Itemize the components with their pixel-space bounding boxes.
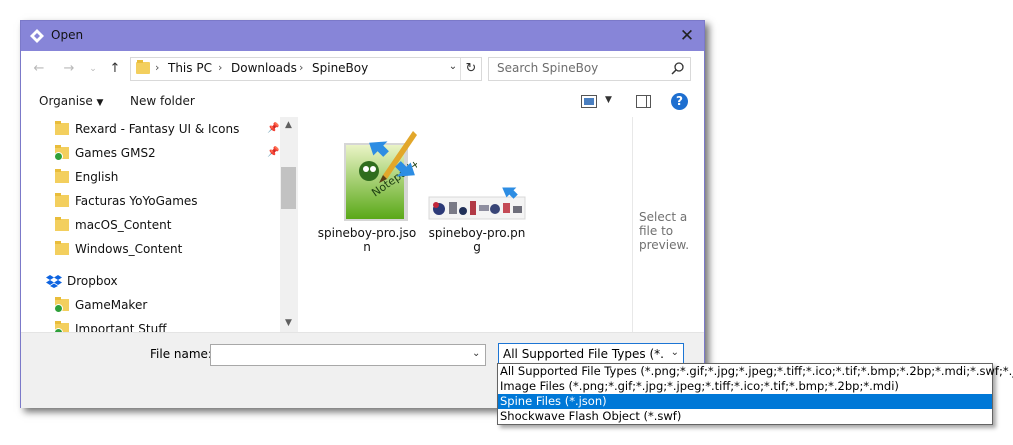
folder-icon [55,217,69,231]
refresh-icon: ↻ [465,61,477,76]
folder-icon [55,121,69,135]
sidebar-item-label: Important Stuff [75,322,167,332]
chevron-down-icon: ⌄ [89,64,97,74]
folder-icon [136,60,150,74]
help-icon[interactable]: ? [671,93,688,110]
sidebar-item-dropbox[interactable]: Dropbox [21,269,276,293]
folder-icon [55,169,69,183]
sidebar-item-label: English [75,170,119,184]
sidebar-item-label: Rexard - Fantasy UI & Icons [75,122,240,136]
filename-input[interactable] [210,344,486,366]
filetype-selected: All Supported File Types (*.png; [503,347,665,361]
navigation-row: ← → ⌄ ↑ › This PC › Downloads › SpineBoy… [21,51,704,87]
app-diamond-icon [30,29,44,43]
file-name: spineboy-pro.png [428,226,526,254]
scroll-up-icon[interactable]: ▲ [280,117,297,134]
change-view-icon[interactable] [581,95,597,108]
scroll-down-icon[interactable]: ▼ [280,315,297,332]
scroll-thumb[interactable] [281,167,296,209]
filename-label: File name: [150,347,212,361]
sidebar-item-important-stuff[interactable]: Important Stuff [21,317,276,332]
command-bar: Organise ▼ New folder ▼ ? [21,87,704,117]
preview-pane-icon[interactable] [636,95,651,108]
preview-hint: Select a file to preview. [639,210,690,252]
preview-pane: Select a file to preview. [632,117,705,332]
image-thumbnail [428,187,526,220]
breadcrumb-separator-icon: › [218,61,223,74]
file-name: spineboy-pro.json [317,226,417,254]
back-button[interactable]: ← [29,59,49,79]
pin-icon: 📌 [267,123,280,134]
refresh-button[interactable]: ↻ [460,58,481,80]
arrow-right-icon: → [63,61,75,76]
sidebar-item-windows-content[interactable]: Windows_Content [21,237,276,261]
breadcrumb-downloads[interactable]: Downloads [231,61,297,75]
synced-folder-icon [54,145,69,161]
pin-icon: 📌 [267,147,280,158]
forward-button[interactable]: → [59,59,79,79]
sidebar-item-label: Games GMS2 [75,146,156,160]
title-bar[interactable]: Open ✕ [21,21,704,51]
filetype-option-swf[interactable]: Shockwave Flash Object (*.swf) [498,409,992,424]
address-dropdown-icon[interactable]: ⌄ [446,61,460,72]
search-box[interactable]: Search SpineBoy [488,57,691,81]
up-button[interactable]: ↑ [105,59,125,79]
sidebar-item-macos-content[interactable]: macOS_Content [21,213,276,237]
close-icon: ✕ [679,26,695,46]
arrow-up-icon: ↑ [109,61,121,76]
new-folder-button[interactable]: New folder [130,94,195,108]
sidebar-item-label: macOS_Content [75,218,172,232]
folder-icon [55,193,69,207]
breadcrumb-this-pc[interactable]: This PC [168,61,212,75]
window-title: Open [51,28,84,42]
navigation-pane: Rexard - Fantasy UI & Icons 📌 Games GMS2… [21,117,296,332]
synced-folder-icon [54,297,69,313]
breadcrumb-spineboy[interactable]: SpineBoy [312,61,368,75]
caret-down-icon: ▼ [96,98,104,108]
sidebar-item-label: Dropbox [67,274,118,288]
folder-icon [55,241,69,255]
search-icon [671,62,684,75]
notepad-plus-plus-icon: Notepad++ [344,131,430,221]
breadcrumb-separator-icon: › [299,61,304,74]
sidebar-item-facturas[interactable]: Facturas YoYoGames [21,189,276,213]
dropbox-icon [46,275,62,288]
file-item-png[interactable]: spineboy-pro.png [427,127,527,254]
filetype-option-spine[interactable]: Spine Files (*.json) [498,394,992,409]
arrow-left-icon: ← [33,61,45,76]
sidebar-item-rexard[interactable]: Rexard - Fantasy UI & Icons 📌 [21,117,280,141]
filetype-option-all[interactable]: All Supported File Types (*.png;*.gif;*.… [498,364,1013,379]
close-button[interactable]: ✕ [670,21,704,51]
organise-label: Organise [39,94,93,108]
sidebar-item-english[interactable]: English [21,165,276,189]
file-item-json[interactable]: Notepad++ spineboy-pro.json [317,127,430,254]
search-input[interactable]: Search SpineBoy [497,61,598,75]
breadcrumb-separator-icon: › [155,61,160,74]
sidebar-item-games-gms2[interactable]: Games GMS2 📌 [21,141,280,165]
sidebar-item-label: Windows_Content [75,242,183,256]
address-bar[interactable]: › This PC › Downloads › SpineBoy ⌄ ↻ [130,57,482,81]
open-dialog: Open ✕ ← → ⌄ ↑ › This PC › Downloads › S… [20,20,705,408]
sidebar-item-gamemaker[interactable]: GameMaker [21,293,276,317]
chevron-down-icon: ⌄ [670,347,679,358]
filetype-option-image[interactable]: Image Files (*.png;*.gif;*.jpg;*.jpeg;*.… [498,379,992,394]
nav-scrollbar[interactable]: ▲ ▼ [280,117,297,332]
file-list: Notepad++ spineboy-pro.json spineboy-pro… [297,117,632,332]
view-dropdown-icon[interactable]: ▼ [605,95,612,105]
synced-folder-icon [54,321,69,332]
filetype-dropdown-list: All Supported File Types (*.png;*.gif;*.… [497,363,1013,425]
organise-button[interactable]: Organise ▼ [39,94,103,108]
recent-locations-button[interactable]: ⌄ [83,59,103,79]
sidebar-item-label: Facturas YoYoGames [75,194,198,208]
sidebar-item-label: GameMaker [75,298,148,312]
filetype-select[interactable]: All Supported File Types (*.png; ⌄ [498,343,684,365]
